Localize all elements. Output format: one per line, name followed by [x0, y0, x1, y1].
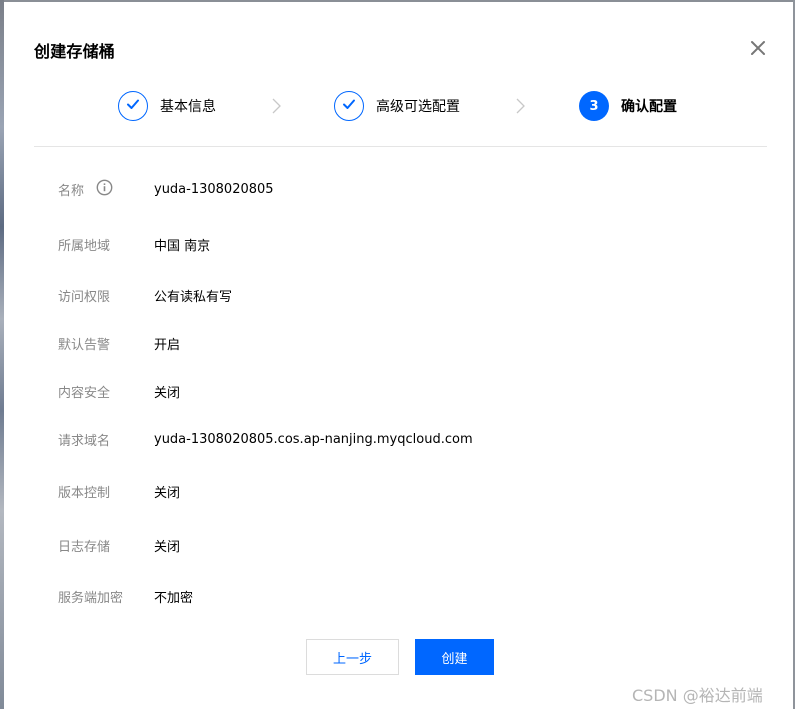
check-icon — [341, 96, 357, 116]
row-value: 关闭 — [154, 539, 181, 555]
step-basic-info[interactable]: 基本信息 — [118, 88, 216, 124]
row-value: 不加密 — [154, 590, 194, 606]
row-content-security: 内容安全 关闭 — [58, 381, 180, 401]
close-button[interactable] — [748, 38, 768, 58]
check-icon — [125, 96, 141, 116]
row-label: 访问权限 — [58, 289, 111, 305]
row-label: 默认告警 — [58, 337, 111, 353]
row-value: yuda-1308020805 — [154, 181, 274, 197]
prev-step-button[interactable]: 上一步 — [306, 639, 399, 675]
row-label: 所属地域 — [58, 238, 111, 254]
row-value: 关闭 — [154, 385, 181, 401]
row-name: 名称 yuda-1308020805 — [58, 179, 274, 199]
chevron-right-icon — [514, 97, 526, 119]
row-value: 中国 南京 — [154, 238, 211, 254]
row-label: 日志存储 — [58, 539, 111, 555]
step-label: 高级可选配置 — [376, 99, 460, 115]
create-bucket-dialog: 创建存储桶 基本信息 高级可选配置 3 确认配置 名称 yuda-1308020… — [4, 2, 793, 709]
close-icon — [748, 38, 768, 58]
row-region: 所属地域 中国 南京 — [58, 234, 210, 254]
row-access-permission: 访问权限 公有读私有写 — [58, 285, 232, 305]
row-label: 内容安全 — [58, 385, 111, 401]
row-server-encryption: 服务端加密 不加密 — [58, 586, 193, 606]
row-label: 请求域名 — [58, 433, 111, 449]
step-confirm-config[interactable]: 3 确认配置 — [579, 88, 677, 124]
row-versioning: 版本控制 关闭 — [58, 481, 180, 501]
step-done-circle — [334, 91, 364, 121]
row-value: 关闭 — [154, 485, 181, 501]
create-button[interactable]: 创建 — [415, 639, 494, 675]
step-advanced-config[interactable]: 高级可选配置 — [334, 88, 460, 124]
row-label: 版本控制 — [58, 485, 111, 501]
watermark: CSDN @裕达前端 — [632, 686, 763, 705]
step-label: 确认配置 — [621, 99, 677, 115]
steps-bar: 基本信息 高级可选配置 3 确认配置 — [4, 88, 793, 124]
step-number-badge: 3 — [579, 91, 609, 121]
dialog-title: 创建存储桶 — [34, 42, 116, 61]
row-label: 服务端加密 — [58, 590, 124, 606]
row-label: 名称 — [58, 183, 85, 199]
row-value: yuda-1308020805.cos.ap-nanjing.myqcloud.… — [154, 431, 473, 447]
row-value: 公有读私有写 — [154, 289, 233, 305]
step-label: 基本信息 — [160, 99, 216, 115]
header-divider — [34, 146, 767, 147]
row-log-storage: 日志存储 关闭 — [58, 535, 180, 555]
step-done-circle — [118, 91, 148, 121]
row-value: 开启 — [154, 337, 181, 353]
info-icon[interactable] — [96, 179, 113, 200]
row-default-alarm: 默认告警 开启 — [58, 333, 180, 353]
row-request-domain: 请求域名 yuda-1308020805.cos.ap-nanjing.myqc… — [58, 429, 473, 449]
chevron-right-icon — [270, 97, 282, 119]
